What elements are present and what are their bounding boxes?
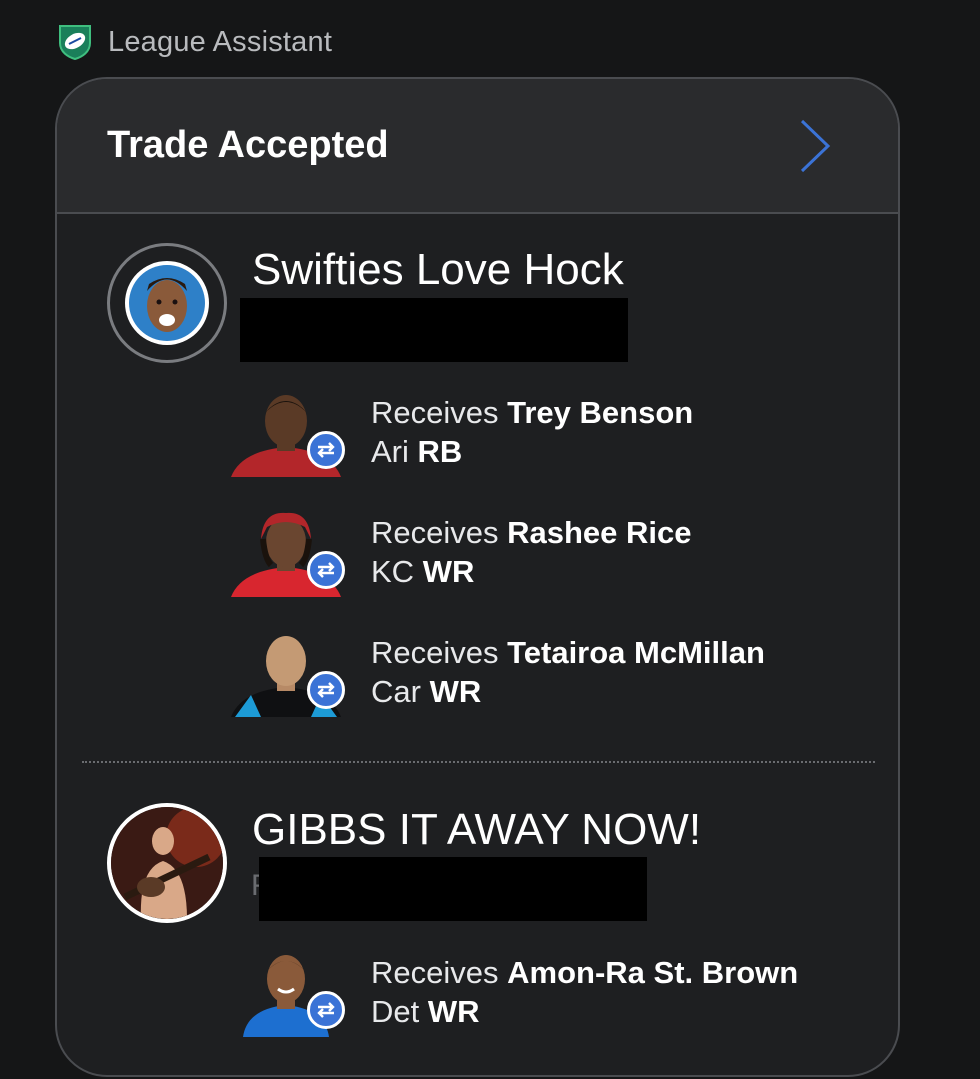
player-row[interactable]: Receives Trey Benson Ari RB [57,389,898,479]
swap-badge [307,551,345,589]
team-divider [82,761,875,763]
swap-arrows-icon [317,562,335,578]
chevron-right-icon[interactable] [798,118,832,174]
player-row[interactable]: Receives Rashee Rice KC WR [57,509,898,599]
swap-arrows-icon [317,1002,335,1018]
player-meta: Det WR [371,992,798,1031]
player-meta: Ari RB [371,432,693,471]
position: RB [417,434,463,469]
player-row[interactable]: Receives Amon-Ra St. Brown Det WR [57,949,898,1039]
swap-arrows-icon [317,682,335,698]
nfl-team: Car [371,674,421,709]
card-title: Trade Accepted [107,124,389,166]
player-meta: Car WR [371,672,765,711]
swap-badge [307,991,345,1029]
swap-badge [307,671,345,709]
team-name: Swifties Love Hock [252,245,624,294]
position: WR [422,554,475,589]
player-info: Receives Rashee Rice KC WR [371,513,692,591]
team-avatar[interactable] [107,243,227,363]
player-row[interactable]: Receives Tetairoa McMillan Car WR [57,629,898,719]
app-name: League Assistant [108,25,333,58]
player-info: Receives Tetairoa McMillan Car WR [371,633,765,711]
receives-label: Receives [371,635,499,670]
card-header[interactable]: Trade Accepted [57,79,898,214]
redacted-owner [259,857,647,921]
football-shield-icon [59,25,91,61]
player-info: Receives Amon-Ra St. Brown Det WR [371,953,798,1031]
player-name: Amon-Ra St. Brown [507,955,799,990]
player-line: Receives Trey Benson [371,393,693,432]
team-avatar[interactable] [107,803,227,923]
redacted-owner [240,298,628,362]
position: WR [427,994,480,1029]
swap-badge [307,431,345,469]
team-name: GIBBS IT AWAY NOW! [252,805,702,854]
nfl-team: Ari [371,434,409,469]
player-name: Trey Benson [507,395,694,430]
player-name: Rashee Rice [507,515,692,550]
nfl-team: KC [371,554,415,589]
player-info: Receives Trey Benson Ari RB [371,393,693,471]
player-line: Receives Tetairoa McMillan [371,633,765,672]
trade-notification-card[interactable]: Trade Accepted Swifties Love Hock Receiv… [55,77,900,1077]
guitarist-avatar-icon [111,807,223,919]
cartoon-avatar-icon [125,261,209,345]
nfl-team: Det [371,994,420,1029]
player-line: Receives Rashee Rice [371,513,692,552]
swap-arrows-icon [317,442,335,458]
player-name: Tetairoa McMillan [507,635,765,670]
app-header: League Assistant [56,22,332,62]
player-meta: KC WR [371,552,692,591]
receives-label: Receives [371,395,499,430]
player-line: Receives Amon-Ra St. Brown [371,953,798,992]
position: WR [429,674,482,709]
receives-label: Receives [371,955,499,990]
receives-label: Receives [371,515,499,550]
